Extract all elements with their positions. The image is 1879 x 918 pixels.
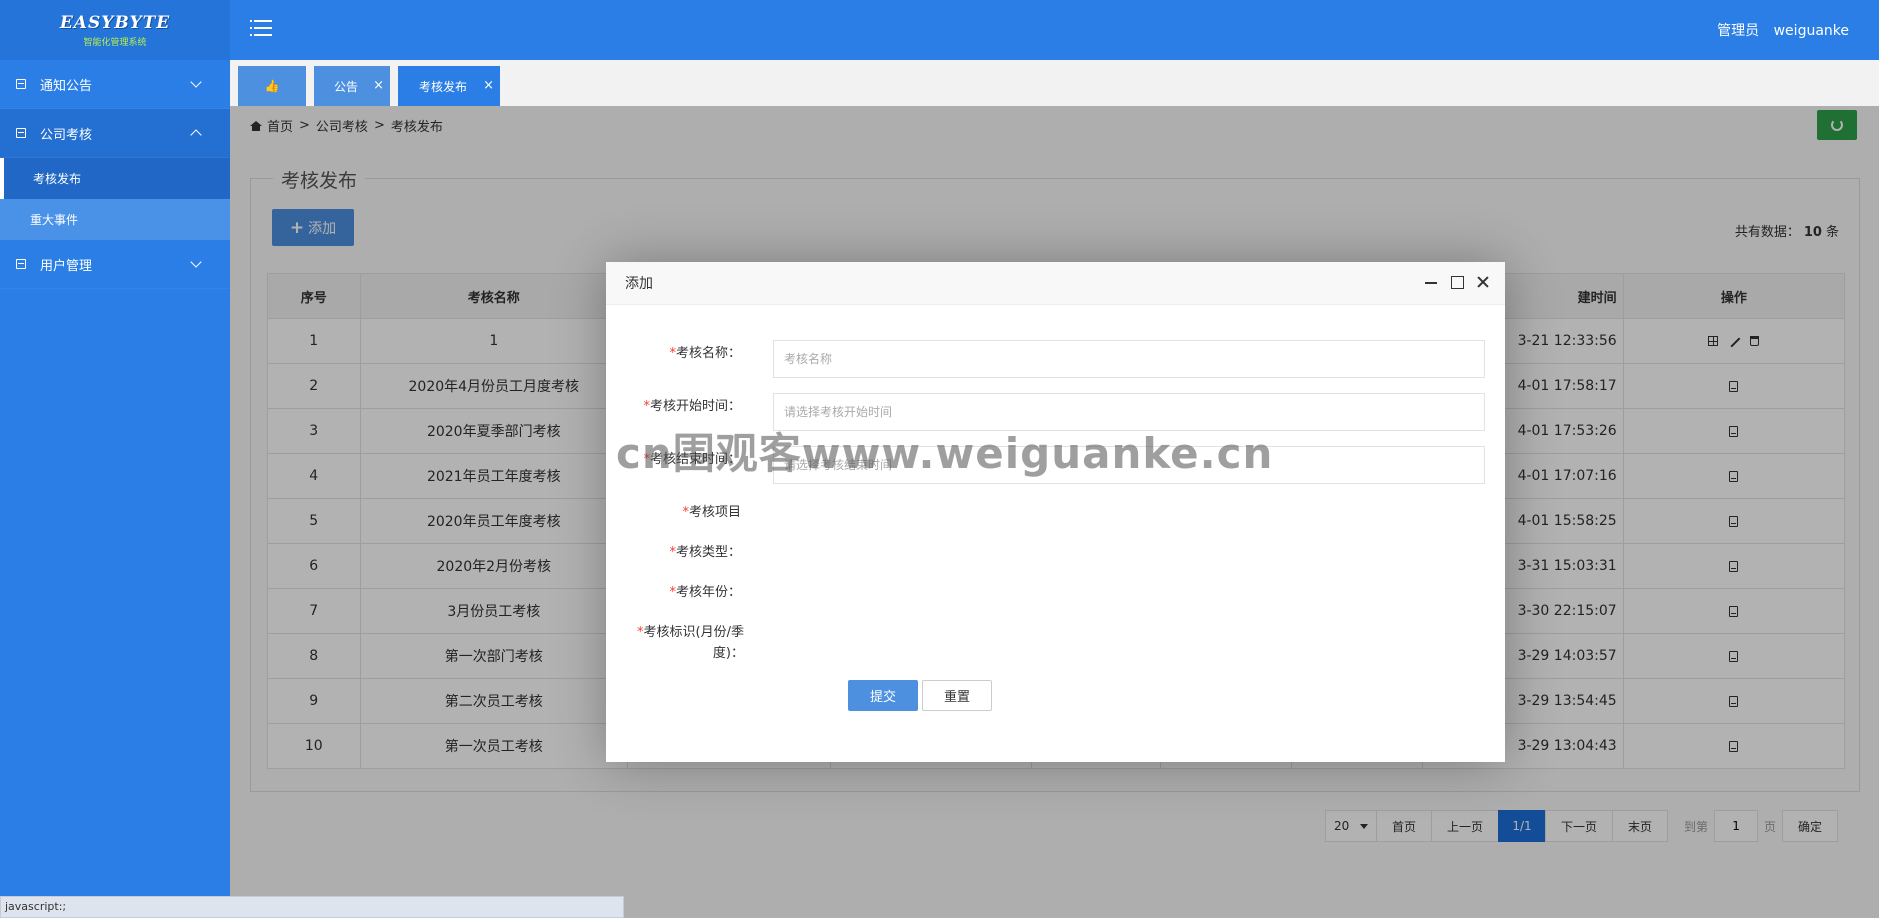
list-icon	[16, 259, 26, 269]
add-dialog: 添加 *考核名称： *考核开始时间： *考核结束时间： *考核项目 *考核类型：…	[606, 262, 1505, 762]
tab-label: 考核发布	[418, 79, 467, 94]
minimize-icon[interactable]	[1423, 274, 1439, 290]
dialog-tools	[1423, 274, 1491, 290]
nav-group-users: 用户管理	[0, 240, 230, 289]
close-icon[interactable]	[1475, 274, 1491, 290]
chevron-down-icon	[190, 256, 202, 268]
sidebar-item-assessment[interactable]: 公司考核	[0, 109, 230, 158]
sidebar-subitem-assessment-publish[interactable]: 考核发布	[0, 158, 230, 199]
field-label: *考核类型：	[669, 545, 741, 560]
field-label: *考核结束时间：	[643, 452, 741, 467]
nav-group-assessment: 公司考核 考核发布 重大事件	[0, 109, 230, 240]
tab-home[interactable]: 👍	[238, 66, 306, 106]
chevron-down-icon	[190, 76, 202, 88]
chevron-up-icon	[190, 129, 202, 141]
dialog-header: 添加	[606, 262, 1505, 305]
form-row-year: *考核年份：	[606, 583, 741, 604]
form-row-end: *考核结束时间：	[606, 450, 741, 471]
maximize-icon[interactable]	[1449, 274, 1465, 290]
field-label: *考核标识(月份/季度)：	[637, 625, 744, 661]
assessment-name-input[interactable]	[773, 340, 1485, 378]
form-row-period: *考核标识(月份/季度)：	[606, 623, 744, 665]
form-row-type: *考核类型：	[606, 543, 741, 564]
user-info[interactable]: 管理员 weiguanke	[1707, 20, 1849, 40]
tab-notice[interactable]: 公告 ×	[314, 66, 390, 106]
field-label: *考核名称：	[669, 346, 741, 361]
sidebar: EASYBYTE 智能化管理系统 通知公告 公司考核 考核发布 重大事件 用户管…	[0, 0, 230, 918]
tab-bar: 👍 公告 × 考核发布 ×	[230, 60, 1879, 106]
menu-toggle-icon[interactable]	[250, 18, 272, 38]
sidebar-subitem-major-events[interactable]: 重大事件	[0, 199, 230, 240]
logo[interactable]: EASYBYTE 智能化管理系统	[0, 0, 230, 60]
user-role: 管理员	[1717, 23, 1760, 39]
nav-group-notice: 通知公告	[0, 60, 230, 109]
tab-label: 公告	[333, 79, 358, 94]
field-label: *考核年份：	[669, 585, 741, 600]
start-time-input[interactable]	[773, 393, 1485, 431]
sidebar-item-users[interactable]: 用户管理	[0, 240, 230, 289]
dialog-title: 添加	[625, 276, 653, 292]
logo-subtext: 智能化管理系统	[83, 37, 147, 48]
form-row-items: *考核项目	[606, 503, 741, 524]
field-label: *考核开始时间：	[643, 399, 741, 414]
top-header: 管理员 weiguanke	[230, 0, 1879, 60]
sidebar-item-label: 用户管理	[40, 258, 93, 274]
close-icon[interactable]: ×	[483, 78, 494, 93]
status-bar: javascript:;	[0, 896, 624, 918]
sidebar-item-notice[interactable]: 通知公告	[0, 60, 230, 109]
sidebar-item-label: 通知公告	[40, 78, 93, 94]
username: weiguanke	[1773, 23, 1849, 39]
form-row-start: *考核开始时间：	[606, 397, 741, 418]
list-icon	[16, 79, 26, 89]
sidebar-item-label: 公司考核	[40, 127, 93, 143]
logo-text: EASYBYTE	[59, 12, 171, 33]
close-icon[interactable]: ×	[373, 78, 384, 93]
reset-button[interactable]: 重置	[922, 680, 992, 711]
submit-button[interactable]: 提交	[848, 680, 918, 711]
form-row-name: *考核名称：	[606, 344, 741, 365]
field-label: *考核项目	[682, 505, 741, 520]
end-time-input[interactable]	[773, 446, 1485, 484]
list-icon	[16, 128, 26, 138]
thumbs-up-icon: 👍	[264, 79, 280, 93]
tab-assessment-publish[interactable]: 考核发布 ×	[398, 66, 500, 106]
